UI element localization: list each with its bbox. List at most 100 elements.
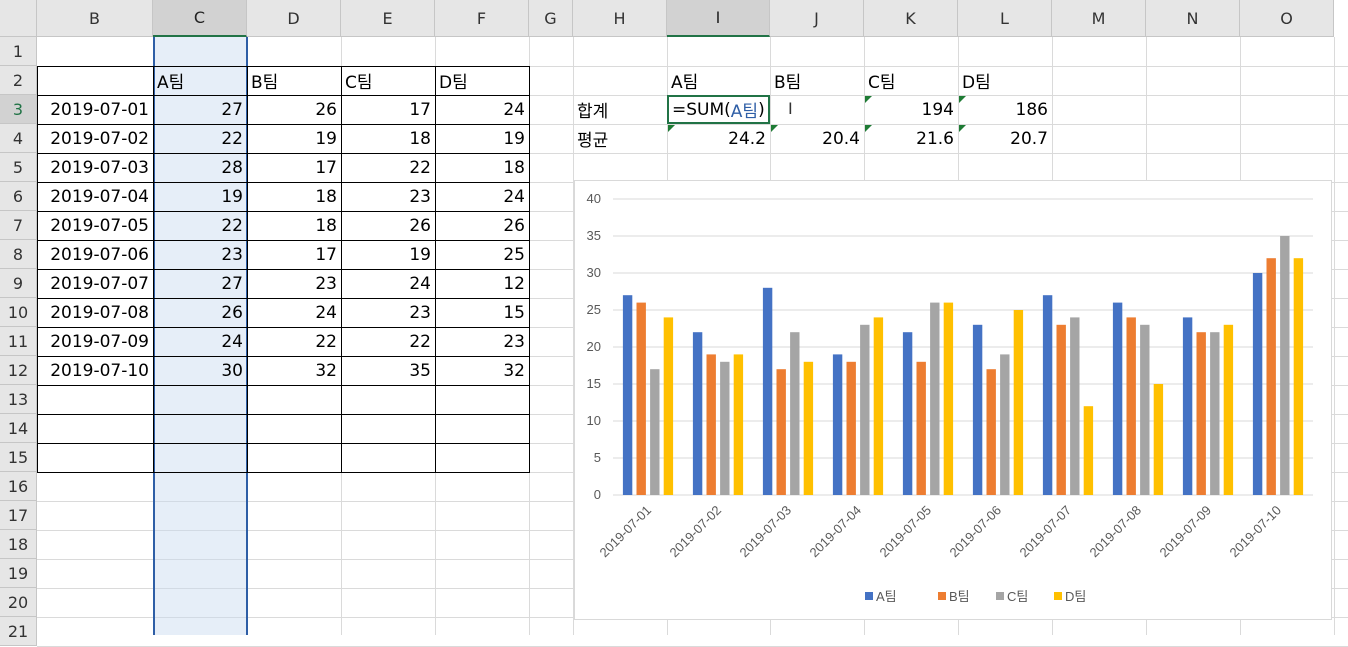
value-cell[interactable]: 32 (435, 356, 529, 385)
sum-label[interactable]: 합계 (573, 95, 667, 124)
value-cell[interactable]: 23 (153, 240, 247, 269)
avg-value-cell[interactable]: 24.2 (667, 124, 770, 153)
column-header-n[interactable]: N (1146, 0, 1240, 37)
row-header-9[interactable]: 9 (0, 269, 37, 298)
value-cell[interactable]: 23 (341, 182, 435, 211)
value-cell[interactable]: 24 (435, 182, 529, 211)
column-header-i[interactable]: I (667, 0, 770, 37)
bar[interactable] (1182, 317, 1193, 495)
value-cell[interactable]: 24 (153, 327, 247, 356)
value-cell[interactable]: 26 (435, 211, 529, 240)
value-cell[interactable]: 26 (153, 298, 247, 327)
date-cell[interactable]: 2019-07-01 (37, 95, 153, 124)
value-cell[interactable]: 30 (153, 356, 247, 385)
table-header-3[interactable]: D팀 (435, 66, 529, 95)
bar[interactable] (803, 361, 814, 495)
column-header-c[interactable]: C (153, 0, 247, 37)
value-cell[interactable]: 26 (341, 211, 435, 240)
row-header-13[interactable]: 13 (0, 385, 37, 414)
bar[interactable] (1000, 354, 1010, 495)
value-cell[interactable]: 17 (341, 95, 435, 124)
avg-label[interactable]: 평균 (573, 124, 667, 153)
bar[interactable] (873, 317, 884, 495)
value-cell[interactable]: 23 (247, 269, 341, 298)
bar[interactable] (1280, 236, 1290, 495)
sum-value-cell[interactable] (770, 95, 864, 124)
select-all-corner[interactable] (0, 0, 37, 37)
sum-value-cell[interactable]: 194 (864, 95, 958, 124)
row-header-16[interactable]: 16 (0, 472, 37, 501)
summary-header-3[interactable]: D팀 (958, 66, 1052, 95)
column-header-k[interactable]: K (864, 0, 958, 37)
date-cell[interactable]: 2019-07-03 (37, 153, 153, 182)
value-cell[interactable]: 17 (247, 240, 341, 269)
column-header-g[interactable]: G (529, 0, 573, 37)
formula-text[interactable]: =SUM(A팀) (672, 97, 765, 123)
value-cell[interactable]: 23 (341, 298, 435, 327)
bar[interactable] (846, 361, 856, 495)
value-cell[interactable]: 22 (247, 327, 341, 356)
summary-header-1[interactable]: B팀 (770, 66, 864, 95)
bar[interactable] (663, 317, 674, 495)
value-cell[interactable]: 25 (435, 240, 529, 269)
sum-value-cell[interactable]: 186 (958, 95, 1052, 124)
value-cell[interactable]: 26 (247, 95, 341, 124)
avg-value-cell[interactable]: 20.4 (770, 124, 864, 153)
bar[interactable] (1042, 295, 1053, 495)
date-cell[interactable]: 2019-07-06 (37, 240, 153, 269)
bar[interactable] (1293, 258, 1304, 495)
value-cell[interactable]: 23 (435, 327, 529, 356)
row-header-19[interactable]: 19 (0, 559, 37, 588)
bar[interactable] (1266, 258, 1276, 495)
value-cell[interactable]: 35 (341, 356, 435, 385)
bar[interactable] (972, 324, 983, 495)
value-cell[interactable]: 12 (435, 269, 529, 298)
row-header-21[interactable]: 21 (0, 617, 37, 646)
column-chart[interactable]: 0 5 10 15 20 25 30 35 40 2019-07-01 2019-07-02 2019… (574, 180, 1332, 620)
bar[interactable] (706, 354, 716, 495)
avg-value-cell[interactable]: 21.6 (864, 124, 958, 153)
bar[interactable] (762, 287, 773, 495)
bar[interactable] (1070, 317, 1080, 495)
row-header-18[interactable]: 18 (0, 530, 37, 559)
bar[interactable] (720, 361, 730, 495)
bar[interactable] (1252, 273, 1263, 495)
value-cell[interactable]: 22 (341, 327, 435, 356)
bar[interactable] (1140, 324, 1150, 495)
row-header-11[interactable]: 11 (0, 327, 37, 356)
avg-value-cell[interactable]: 20.7 (958, 124, 1052, 153)
row-header-10[interactable]: 10 (0, 298, 37, 327)
row-header-7[interactable]: 7 (0, 211, 37, 240)
date-cell[interactable]: 2019-07-08 (37, 298, 153, 327)
bar[interactable] (1126, 317, 1136, 495)
bar[interactable] (790, 332, 800, 495)
value-cell[interactable]: 22 (153, 124, 247, 153)
bar[interactable] (902, 332, 913, 495)
date-cell[interactable]: 2019-07-10 (37, 356, 153, 385)
value-cell[interactable]: 22 (153, 211, 247, 240)
table-header-2[interactable]: C팀 (341, 66, 435, 95)
bar[interactable] (832, 354, 843, 495)
row-header-15[interactable]: 15 (0, 443, 37, 472)
bar[interactable] (1112, 302, 1123, 495)
row-header-6[interactable]: 6 (0, 182, 37, 211)
bar[interactable] (622, 295, 633, 495)
bar[interactable] (1210, 332, 1220, 495)
bar[interactable] (636, 302, 646, 495)
value-cell[interactable]: 19 (247, 124, 341, 153)
value-cell[interactable]: 27 (153, 95, 247, 124)
column-header-h[interactable]: H (573, 0, 667, 37)
value-cell[interactable]: 19 (435, 124, 529, 153)
table-header-1[interactable]: B팀 (247, 66, 341, 95)
column-header-m[interactable]: M (1052, 0, 1146, 37)
table-header-0[interactable]: A팀 (153, 66, 247, 95)
row-header-4[interactable]: 4 (0, 124, 37, 153)
bar[interactable] (1013, 310, 1024, 495)
bar[interactable] (916, 361, 926, 495)
row-header-5[interactable]: 5 (0, 153, 37, 182)
row-header-3[interactable]: 3 (0, 95, 37, 124)
bar[interactable] (943, 302, 954, 495)
column-header-o[interactable]: O (1240, 0, 1334, 37)
value-cell[interactable]: 28 (153, 153, 247, 182)
bar[interactable] (692, 332, 703, 495)
